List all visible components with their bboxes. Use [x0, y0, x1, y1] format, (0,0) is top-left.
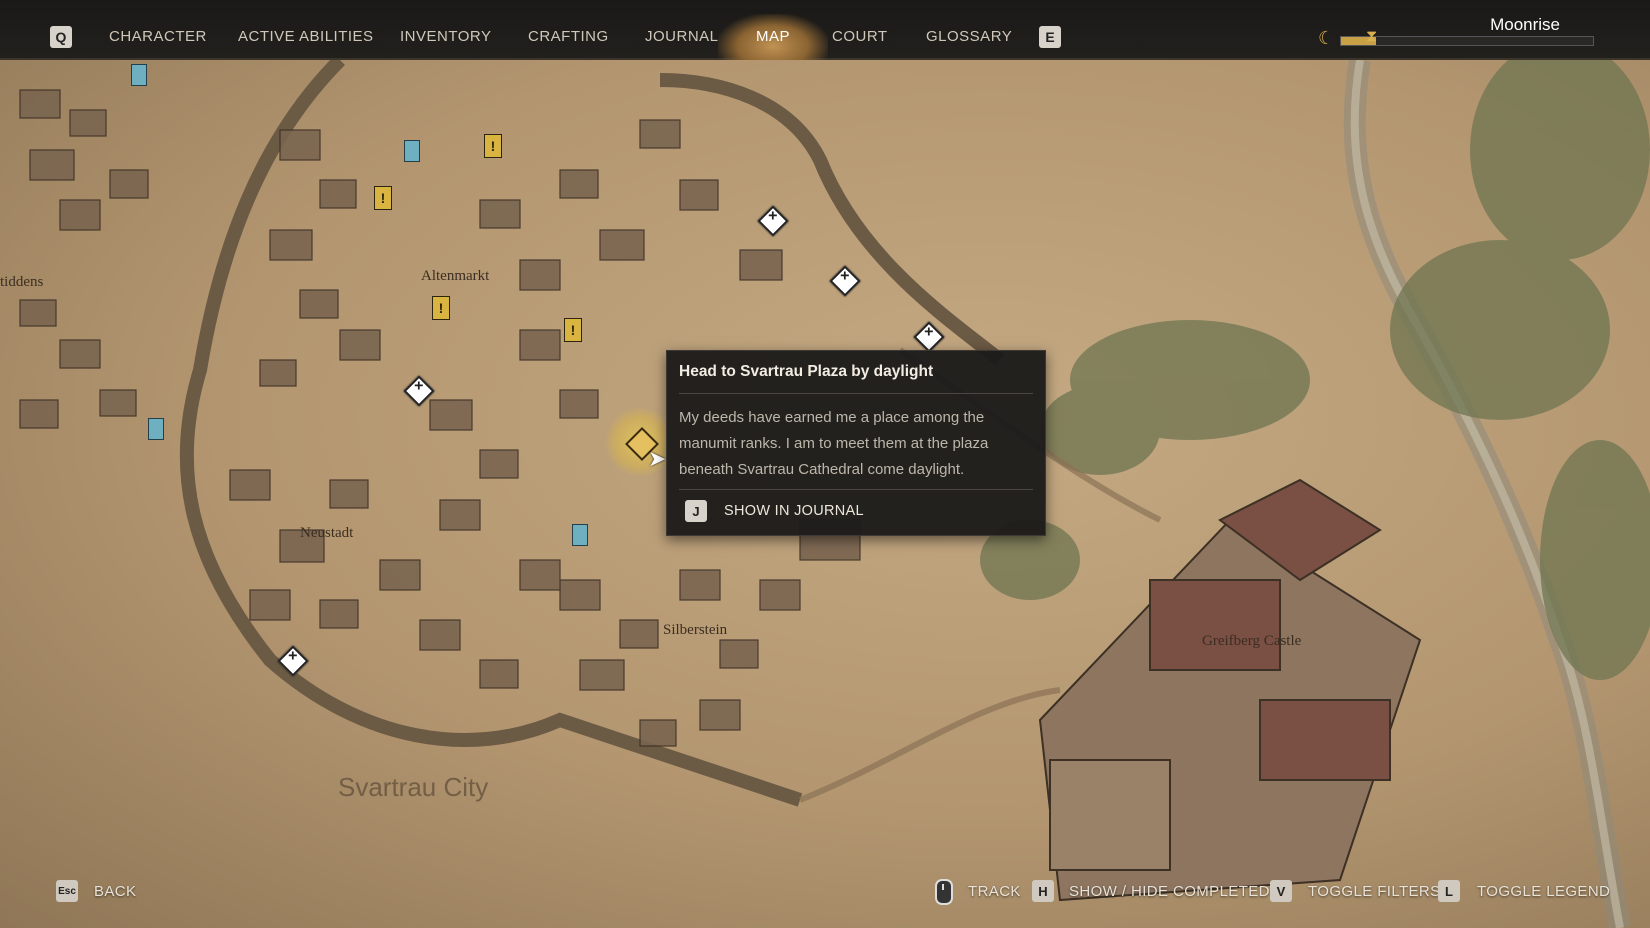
journal-key[interactable]: J: [685, 500, 707, 522]
tooltip-title: Head to Svartrau Plaza by daylight: [679, 363, 934, 380]
cursor-icon: ➤: [648, 446, 667, 471]
map-label-neustadt: Neustadt: [300, 525, 354, 541]
legend-key[interactable]: L: [1438, 880, 1460, 902]
show-in-journal-button[interactable]: SHOW IN JOURNAL: [724, 503, 864, 519]
track-button[interactable]: TRACK: [968, 883, 1021, 900]
church-icon[interactable]: [572, 524, 588, 546]
hourglass-icon: ⧗: [1366, 28, 1378, 45]
side-quest-icon[interactable]: !: [374, 186, 392, 210]
tooltip-description: My deeds have earned me a place among th…: [679, 409, 989, 478]
tab-map[interactable]: MAP: [756, 28, 790, 45]
tab-active-abilities[interactable]: ACTIVE ABILITIES: [238, 28, 374, 45]
show-hide-completed-button[interactable]: SHOW / HIDE COMPLETED: [1069, 883, 1270, 900]
map-label-altenmarkt: Altenmarkt: [421, 268, 490, 284]
church-icon[interactable]: [404, 140, 420, 162]
back-button[interactable]: BACK: [94, 883, 136, 900]
map-label-silberstein: Silberstein: [663, 622, 728, 638]
church-icon[interactable]: [148, 418, 164, 440]
map-label-svartrau-city: Svartrau City: [338, 772, 489, 802]
church-icon[interactable]: [131, 64, 147, 86]
map-label-edge: tiddens: [0, 274, 44, 290]
back-key[interactable]: Esc: [56, 880, 78, 902]
top-nav-bar: Q CHARACTER ACTIVE ABILITIES INVENTORY C…: [0, 0, 1650, 60]
divider: [679, 489, 1033, 490]
divider: [679, 393, 1033, 394]
map-label-greifberg-castle: Greifberg Castle: [1202, 633, 1302, 649]
tab-character[interactable]: CHARACTER: [109, 28, 207, 45]
side-quest-icon[interactable]: !: [484, 134, 502, 158]
filters-key[interactable]: V: [1270, 880, 1292, 902]
mouse-icon: [935, 879, 953, 905]
nav-next-key[interactable]: E: [1039, 26, 1061, 48]
tab-inventory[interactable]: INVENTORY: [400, 28, 491, 45]
completed-key[interactable]: H: [1032, 880, 1054, 902]
toggle-filters-button[interactable]: TOGGLE FILTERS: [1308, 883, 1441, 900]
side-quest-icon[interactable]: !: [432, 296, 450, 320]
tab-glossary[interactable]: GLOSSARY: [926, 28, 1012, 45]
quest-tooltip: Head to Svartrau Plaza by daylight My de…: [666, 350, 1046, 536]
time-of-day-label: Moonrise: [1490, 15, 1560, 34]
toggle-legend-button[interactable]: TOGGLE LEGEND: [1477, 883, 1610, 900]
tab-crafting[interactable]: CRAFTING: [528, 28, 609, 45]
moon-icon: ☾: [1318, 28, 1335, 48]
side-quest-icon[interactable]: !: [564, 318, 582, 342]
time-of-day-bar: [1340, 36, 1594, 46]
tab-journal[interactable]: JOURNAL: [645, 28, 719, 45]
tab-court[interactable]: COURT: [832, 28, 888, 45]
nav-prev-key[interactable]: Q: [50, 26, 72, 48]
